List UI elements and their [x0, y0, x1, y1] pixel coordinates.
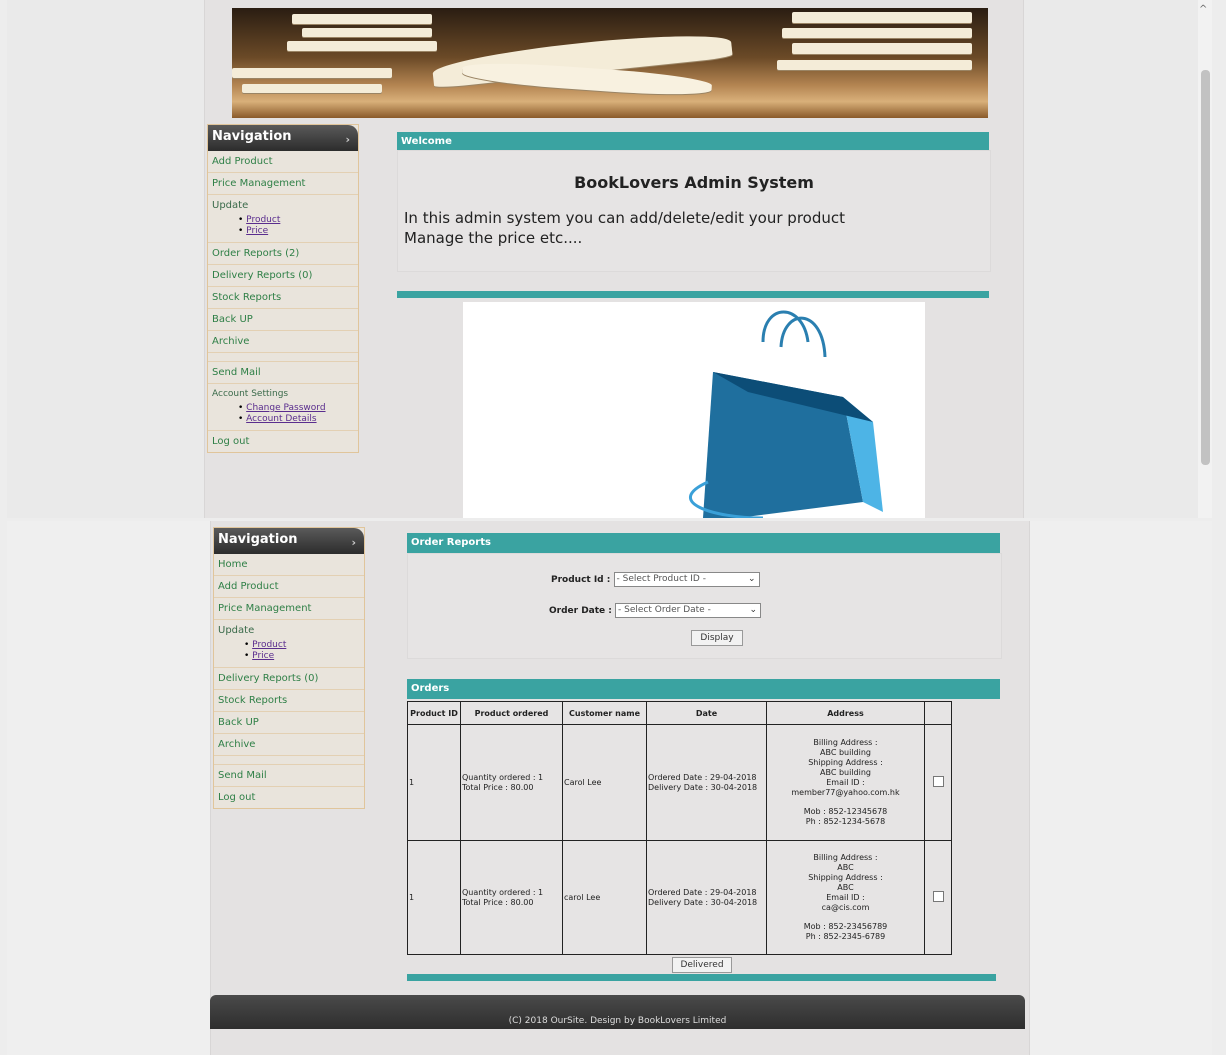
order-date-select[interactable]: - Select Order Date - ⌄	[615, 603, 762, 618]
cell-select	[924, 724, 952, 841]
nav-stock-reports[interactable]: Stock Reports	[208, 287, 358, 309]
nav-back-up[interactable]: Back UP	[208, 309, 358, 331]
delivered-button[interactable]: Delivered	[672, 957, 732, 973]
navigation-menu: Navigation › Add Product Price Managemen…	[207, 124, 359, 453]
cell-product-ordered: Quantity ordered : 1 Total Price : 80.00	[460, 840, 563, 955]
order-reports-bar: Order Reports	[407, 533, 1000, 553]
scroll-up-arrow-icon[interactable]: ^	[1199, 4, 1207, 15]
cell-address: Billing Address : ABC Shipping Address :…	[766, 840, 925, 955]
welcome-description: In this admin system you can add/delete/…	[404, 209, 845, 247]
nav-log-out[interactable]: Log out	[208, 431, 358, 452]
col-date: Date	[646, 701, 767, 725]
nav-update-price-link[interactable]: Price	[246, 226, 268, 236]
nav-update: Update	[218, 625, 255, 636]
cell-select	[924, 840, 952, 955]
orders-table: Product ID Product ordered Customer name…	[407, 701, 952, 955]
col-customer-name: Customer name	[562, 701, 647, 725]
nav-price-management[interactable]: Price Management	[208, 173, 358, 195]
navigation-menu: Navigation › Home Add Product Price Mana…	[213, 527, 365, 809]
nav-update-product-link[interactable]: Product	[246, 215, 280, 225]
orders-bar: Orders	[407, 679, 1000, 699]
welcome-screenshot-panel: Navigation › Add Product Price Managemen…	[7, 0, 1212, 518]
nav-archive[interactable]: Archive	[208, 331, 358, 353]
col-select	[924, 701, 952, 725]
col-product-id: Product ID	[407, 701, 461, 725]
order-filter-form: Product Id : - Select Product ID - ⌄ Orde…	[407, 553, 1002, 659]
chevron-down-icon: ⌄	[747, 574, 756, 584]
nav-order-reports[interactable]: Order Reports (2)	[208, 243, 358, 265]
nav-back-up[interactable]: Back UP	[214, 712, 364, 734]
page-container: Navigation › Home Add Product Price Mana…	[210, 521, 1030, 1055]
navigation-header: Navigation ›	[208, 125, 358, 151]
nav-stock-reports[interactable]: Stock Reports	[214, 690, 364, 712]
divider-bar	[397, 291, 989, 298]
cell-address: Billing Address : ABC building Shipping …	[766, 724, 925, 841]
nav-price-management[interactable]: Price Management	[214, 598, 364, 620]
nav-update-submenu: • Product • Price	[208, 213, 358, 243]
nav-log-out[interactable]: Log out	[214, 787, 364, 808]
nav-account-details-link[interactable]: Account Details	[246, 414, 316, 424]
col-address: Address	[766, 701, 925, 725]
nav-send-mail[interactable]: Send Mail	[208, 362, 358, 384]
nav-send-mail[interactable]: Send Mail	[214, 765, 364, 787]
display-button[interactable]: Display	[691, 630, 743, 646]
row-checkbox[interactable]	[932, 775, 944, 787]
nav-delivery-reports[interactable]: Delivery Reports (0)	[214, 668, 364, 690]
order-date-row: Order Date : - Select Order Date - ⌄	[549, 603, 762, 618]
table-header-row: Product ID Product ordered Customer name…	[407, 701, 952, 725]
nav-update: Update	[212, 200, 249, 211]
nav-delivery-reports[interactable]: Delivery Reports (0)	[208, 265, 358, 287]
cell-product-id: 1	[407, 724, 461, 841]
shopping-bag-image	[463, 302, 925, 518]
page-container: Navigation › Add Product Price Managemen…	[204, 0, 1024, 518]
books-banner-image	[232, 8, 988, 118]
nav-update-submenu: • Product • Price	[214, 638, 364, 668]
chevron-right-icon: ›	[345, 133, 350, 146]
product-id-select[interactable]: - Select Product ID - ⌄	[613, 572, 760, 587]
nav-account-submenu: • Change Password • Account Details	[208, 401, 358, 431]
row-checkbox[interactable]	[932, 890, 944, 902]
cell-product-ordered: Quantity ordered : 1 Total Price : 80.00	[460, 724, 563, 841]
nav-update-product-link[interactable]: Product	[252, 640, 286, 650]
nav-change-password-link[interactable]: Change Password	[246, 403, 325, 413]
table-row: 1 Quantity ordered : 1 Total Price : 80.…	[407, 840, 952, 955]
cell-customer: carol Lee	[562, 840, 647, 955]
cell-product-id: 1	[407, 840, 461, 955]
nav-add-product[interactable]: Add Product	[208, 151, 358, 173]
shopping-bag-icon	[689, 310, 883, 518]
cell-date: Ordered Date : 29-04-2018 Delivery Date …	[646, 840, 767, 955]
welcome-box: BookLovers Admin System In this admin sy…	[397, 150, 991, 272]
nav-add-product[interactable]: Add Product	[214, 576, 364, 598]
divider-bar	[407, 974, 996, 981]
scrollbar[interactable]: ^	[1198, 0, 1212, 518]
nav-home[interactable]: Home	[214, 554, 364, 576]
nav-archive[interactable]: Archive	[214, 734, 364, 756]
footer: (C) 2018 OurSite. Design by BookLovers L…	[210, 995, 1025, 1029]
product-id-row: Product Id : - Select Product ID - ⌄	[551, 572, 760, 587]
welcome-bar: Welcome	[397, 132, 989, 152]
nav-update-price-link[interactable]: Price	[252, 651, 274, 661]
cell-customer: Carol Lee	[562, 724, 647, 841]
orders-screenshot-panel: Navigation › Home Add Product Price Mana…	[7, 521, 1212, 1055]
scrollbar-thumb[interactable]	[1201, 70, 1210, 465]
table-row: 1 Quantity ordered : 1 Total Price : 80.…	[407, 724, 952, 841]
system-title: BookLovers Admin System	[574, 173, 814, 192]
col-product-ordered: Product ordered	[460, 701, 563, 725]
navigation-header: Navigation ›	[214, 528, 364, 554]
nav-account-settings: Account Settings	[212, 389, 289, 399]
chevron-down-icon: ⌄	[749, 605, 758, 615]
cell-date: Ordered Date : 29-04-2018 Delivery Date …	[646, 724, 767, 841]
chevron-right-icon: ›	[351, 536, 356, 549]
